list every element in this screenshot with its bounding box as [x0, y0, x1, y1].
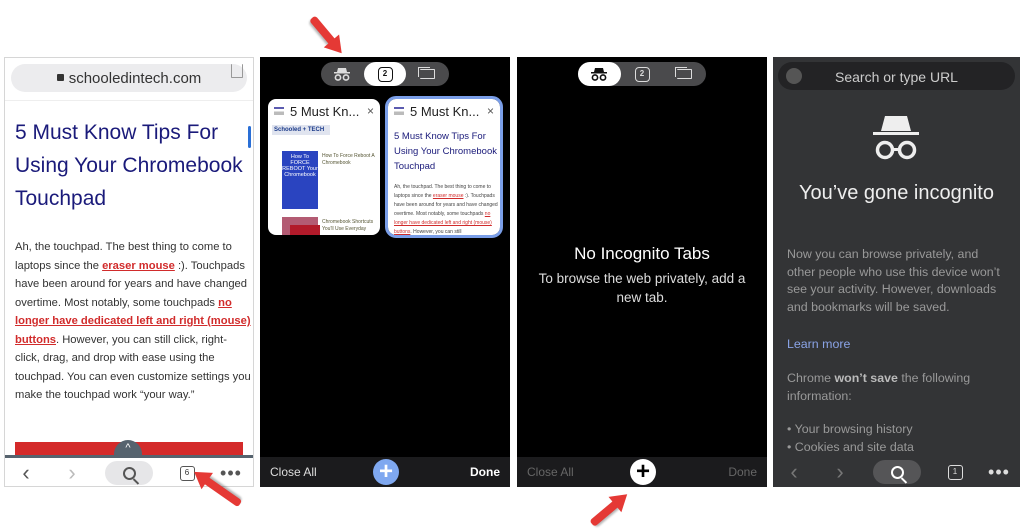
- article-thumbnail: How To FORCE REBOOT Your Chromebook: [282, 151, 318, 209]
- wont-save-text: Chrome won’t save the following informat…: [787, 370, 1009, 405]
- regular-tabs-segment[interactable]: 2: [621, 62, 664, 86]
- empty-state-description: To browse the web privately, add a new t…: [538, 271, 746, 305]
- search-pill[interactable]: [873, 460, 921, 484]
- scrollbar[interactable]: [248, 126, 251, 148]
- search-button[interactable]: [873, 457, 921, 487]
- article-link: How To Force Reboot A Chromebook: [322, 153, 375, 166]
- close-tab-icon[interactable]: ×: [487, 104, 494, 118]
- other-devices-segment[interactable]: [406, 62, 449, 86]
- close-tab-icon[interactable]: ×: [367, 104, 374, 118]
- favicon-icon: [394, 107, 404, 115]
- chevron-right-icon: ›: [836, 459, 844, 484]
- search-icon: [122, 466, 136, 480]
- more-icon: •••: [988, 462, 1010, 482]
- more-menu-button[interactable]: •••: [215, 458, 247, 486]
- lock-icon: [56, 73, 64, 81]
- search-button[interactable]: [105, 458, 153, 486]
- tab-card-selected[interactable]: 5 Must Kn... × 5 Must Know Tips For Usin…: [385, 96, 503, 238]
- back-button[interactable]: ‹: [779, 457, 809, 487]
- incognito-icon: [334, 68, 351, 81]
- eraser-mouse-link[interactable]: eraser mouse: [102, 260, 175, 272]
- devices-icon: [675, 67, 693, 79]
- chevron-left-icon: ‹: [22, 460, 30, 485]
- other-devices-segment[interactable]: [663, 62, 706, 86]
- regular-tabs-segment[interactable]: 2: [363, 62, 407, 86]
- new-tab-button[interactable]: +: [373, 459, 399, 485]
- list-item: • Cookies and site data: [787, 439, 914, 454]
- incognito-tab-switcher-panel: 2 No Incognito Tabs To browse the web pr…: [517, 57, 767, 487]
- forward-button[interactable]: ›: [825, 457, 855, 487]
- tab-preview-title: 5 Must Know Tips For Using Your Chromebo…: [394, 131, 497, 172]
- pinterest-button: [290, 225, 320, 235]
- site-logo: Schooled + TECH: [272, 125, 330, 135]
- close-all-button[interactable]: Close All: [527, 465, 574, 479]
- tab-card-header: 5 Must Kn... ×: [268, 99, 380, 123]
- tab-title: 5 Must Kn...: [290, 103, 360, 119]
- incognito-tabs-segment[interactable]: [578, 62, 621, 86]
- tab-switcher-bottom-bar: Close All + Done: [260, 457, 510, 487]
- favicon-icon: [274, 107, 284, 115]
- tab-preview-body: Ah, the touchpad. The best thing to come…: [394, 183, 498, 235]
- search-pill[interactable]: [105, 461, 153, 485]
- body-text: . However, you can still: [410, 229, 462, 235]
- article-title: 5 Must Know Tips For Using Your Chromebo…: [15, 121, 243, 210]
- bold-text: won’t save: [834, 371, 898, 385]
- preview-link: eraser mouse: [432, 193, 464, 199]
- tab-group-segmented-control: 2: [321, 62, 449, 86]
- tab-switcher-bottom-bar: Close All + Done: [517, 457, 767, 487]
- list-item: • Your browsing history: [787, 422, 913, 436]
- url-text: schooledintech.com: [68, 69, 202, 87]
- tab-title: 5 Must Kn...: [410, 103, 480, 119]
- omnibox-placeholder: Search or type URL: [835, 69, 958, 85]
- back-button[interactable]: ‹: [11, 458, 41, 486]
- tab-count-icon: 1: [947, 464, 963, 480]
- wont-save-list: • Your browsing history • Cookies and si…: [787, 421, 914, 456]
- done-button[interactable]: Done: [728, 465, 757, 479]
- incognito-new-tab-panel: Search or type URL You’ve gone incognito…: [773, 57, 1020, 487]
- incognito-icon: [873, 116, 919, 160]
- list-item-text: Cookies and site data: [794, 439, 914, 454]
- tab-switcher-panel: 2 5 Must Kn... × Schooled + TECH How To …: [260, 57, 510, 487]
- learn-more-link[interactable]: Learn more: [787, 337, 850, 351]
- incognito-description: Now you can browse privately, and other …: [787, 247, 1000, 314]
- address-bar[interactable]: schooledintech.com: [11, 64, 247, 92]
- tab-group-segmented-control: 2: [578, 62, 706, 86]
- omnibox[interactable]: Search or type URL: [778, 62, 1015, 90]
- search-icon: [890, 465, 904, 479]
- chevron-right-icon: ›: [68, 460, 76, 485]
- tab-card-header: 5 Must Kn... ×: [388, 99, 500, 123]
- browser-page-panel: schooledintech.com 5 Must Know Tips For …: [4, 57, 254, 487]
- tab-count-icon: 2: [377, 66, 393, 82]
- new-incognito-tab-button[interactable]: +: [630, 459, 656, 485]
- incognito-tabs-segment[interactable]: [321, 62, 364, 86]
- done-button[interactable]: Done: [470, 465, 500, 479]
- empty-state-title: No Incognito Tabs: [574, 244, 710, 263]
- divider: [5, 100, 253, 101]
- tab-switcher-button[interactable]: 1: [943, 457, 967, 487]
- incognito-heading: You’ve gone incognito: [799, 182, 994, 204]
- chevron-left-icon: ‹: [790, 459, 798, 484]
- more-menu-button[interactable]: •••: [983, 457, 1015, 487]
- annotation-arrow: [589, 498, 621, 527]
- article-body: Ah, the touchpad. The best thing to come…: [15, 238, 251, 405]
- forward-button[interactable]: ›: [57, 458, 87, 486]
- incognito-icon: [591, 68, 608, 81]
- list-item-text: Your browsing history: [794, 422, 913, 436]
- close-all-button[interactable]: Close All: [270, 465, 317, 479]
- share-icon[interactable]: [231, 64, 243, 78]
- more-icon: •••: [220, 463, 242, 483]
- annotation-arrow: [309, 15, 338, 47]
- bottom-toolbar: ‹ › 1 •••: [773, 457, 1020, 487]
- body-text: Chrome: [787, 371, 835, 385]
- tab-count-icon: 2: [634, 66, 650, 82]
- tab-card[interactable]: 5 Must Kn... × Schooled + TECH How To FO…: [268, 99, 380, 235]
- article-link: Chromebook Shortcuts You'll Use Everyday: [322, 219, 374, 232]
- devices-icon: [418, 67, 436, 79]
